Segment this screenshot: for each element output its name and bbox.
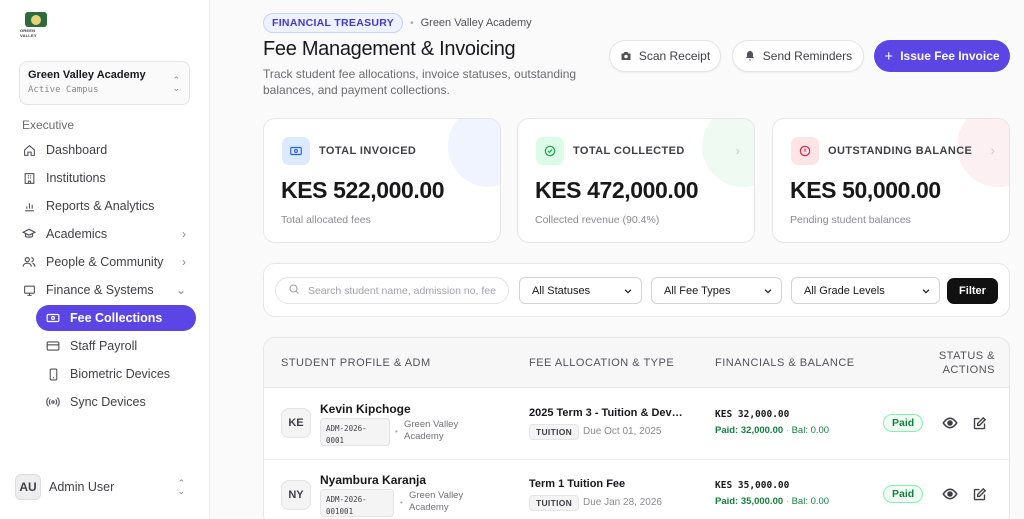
- total-invoiced-value: KES 522,000.00: [281, 177, 445, 203]
- student-avatar: NY: [281, 480, 311, 510]
- outstanding-balance-value: KES 50,000.00: [790, 177, 941, 203]
- paid-balance: Paid: 35,000.00 · Bal: 0.00: [715, 496, 830, 507]
- fee-title: 2025 Term 3 - Tuition & Development: [529, 407, 684, 419]
- send-reminders-button[interactable]: Send Reminders: [732, 40, 864, 72]
- institution-name: Green Valley Academy: [404, 419, 459, 442]
- sidebar-item-staff-payroll[interactable]: Staff Payroll: [36, 333, 196, 359]
- campus-switcher[interactable]: Green Valley Academy Active Campus ⌃ ⌄: [19, 61, 190, 105]
- student-avatar: KE: [281, 408, 311, 438]
- eye-icon[interactable]: [941, 485, 959, 503]
- graduation-cap-icon: [22, 227, 36, 241]
- page-description: Track student fee allocations, invoice s…: [263, 67, 577, 97]
- fee-amount: KES 32,000.00: [715, 409, 790, 420]
- grade-level-select[interactable]: All Grade Levels: [791, 277, 940, 304]
- table-row[interactable]: KE Kevin Kipchoge ADM-2026- 0001 • Green…: [264, 388, 1009, 460]
- sidebar-item-institutions[interactable]: Institutions: [22, 168, 190, 188]
- chevron-up-down-icon: ⌃ ⌄: [177, 478, 185, 496]
- alert-circle-icon: [791, 137, 819, 165]
- student-name[interactable]: Kevin Kipchoge: [320, 402, 411, 416]
- building-icon: [22, 171, 36, 185]
- monitor-icon: [22, 283, 36, 297]
- invoice-icon: [282, 137, 310, 165]
- chevron-down-icon: [921, 286, 931, 299]
- status-select[interactable]: All Statuses: [519, 277, 642, 304]
- chevron-down-icon: [763, 286, 773, 299]
- avatar: AU: [15, 474, 41, 500]
- student-name[interactable]: Nyambura Karanja: [320, 473, 426, 487]
- search-icon: [288, 282, 300, 300]
- bar-chart-icon: [22, 199, 36, 213]
- sidebar-item-finance[interactable]: Finance & Systems ⌄: [22, 280, 190, 300]
- search-input[interactable]: [308, 284, 498, 297]
- credit-card-icon: [46, 339, 60, 353]
- fee-title: Term 1 Tuition Fee: [529, 478, 626, 490]
- status-badge: Paid: [883, 485, 924, 503]
- outstanding-balance-card: OUTSTANDING BALANCE KES 50,000.00 Pendin…: [772, 118, 1010, 243]
- status-badge: Paid: [883, 414, 924, 432]
- total-collected-card: TOTAL COLLECTED KES 472,000.00 Collected…: [517, 118, 755, 243]
- fee-type-badge: TUITION: [529, 495, 580, 511]
- sidebar-item-people[interactable]: People & Community ›: [22, 252, 190, 272]
- campus-status: Active Campus: [28, 85, 99, 95]
- user-menu[interactable]: AU Admin User ⌃ ⌄: [15, 473, 195, 501]
- camera-icon: [620, 50, 632, 62]
- chevron-right-icon[interactable]: ›: [736, 143, 740, 158]
- chevron-up-down-icon: ⌃ ⌄: [172, 75, 180, 93]
- fee-type-select[interactable]: All Fee Types: [651, 277, 782, 304]
- institution-name: Green Valley Academy: [409, 490, 464, 513]
- users-icon: [22, 255, 36, 269]
- check-circle-icon: [536, 137, 564, 165]
- sidebar-item-fee-collections[interactable]: Fee Collections: [36, 305, 196, 331]
- sidebar-item-reports[interactable]: Reports & Analytics: [22, 196, 190, 216]
- chevron-right-icon[interactable]: ›: [991, 143, 995, 158]
- search-box: [275, 277, 509, 304]
- crest-icon: [25, 12, 47, 27]
- sidebar-item-sync-devices[interactable]: Sync Devices: [36, 389, 196, 415]
- eye-icon[interactable]: [941, 414, 959, 432]
- breadcrumb: FINANCIAL TREASURY • Green Valley Academ…: [263, 13, 532, 33]
- home-icon: [22, 143, 36, 157]
- banknote-icon: [46, 311, 60, 325]
- due-date: Due Oct 01, 2025: [583, 426, 662, 437]
- chevron-down-icon: [623, 286, 633, 299]
- smartphone-icon: [46, 367, 60, 381]
- scan-receipt-button[interactable]: Scan Receipt: [609, 40, 721, 72]
- filter-button[interactable]: Filter: [947, 278, 998, 304]
- table-row[interactable]: NY Nyambura Karanja ADM-2026- 001001 • G…: [264, 460, 1009, 519]
- sidebar: GREEN VALLEY Green Valley Academy Active…: [0, 0, 210, 519]
- edit-icon[interactable]: [970, 414, 988, 432]
- user-name: Admin User: [49, 480, 115, 494]
- fee-table: STUDENT PROFILE & ADM FEE ALLOCATION & T…: [263, 337, 1010, 519]
- bell-icon: [744, 50, 756, 62]
- admission-number: ADM-2026- 0001: [320, 418, 390, 446]
- total-collected-value: KES 472,000.00: [535, 177, 699, 203]
- chevron-right-icon: ›: [182, 255, 186, 269]
- school-logo[interactable]: GREEN VALLEY: [20, 12, 52, 38]
- radio-icon: [46, 395, 60, 409]
- fee-amount: KES 35,000.00: [715, 480, 790, 491]
- fee-type-badge: TUITION: [529, 424, 580, 440]
- main-content: FINANCIAL TREASURY • Green Valley Academ…: [211, 0, 1024, 519]
- chevron-down-icon: ⌄: [175, 283, 186, 297]
- filter-bar: All Statuses All Fee Types All Grade Lev…: [263, 263, 1010, 317]
- breadcrumb-campus[interactable]: Green Valley Academy: [421, 17, 532, 29]
- campus-name: Green Valley Academy: [28, 69, 146, 81]
- total-invoiced-card: TOTAL INVOICED KES 522,000.00 Total allo…: [263, 118, 501, 243]
- due-date: Due Jan 28, 2026: [583, 497, 662, 508]
- chevron-right-icon: ›: [182, 227, 186, 241]
- paid-balance: Paid: 32,000.00 · Bal: 0.00: [715, 425, 830, 436]
- table-header: STUDENT PROFILE & ADM FEE ALLOCATION & T…: [264, 338, 1009, 388]
- sidebar-item-academics[interactable]: Academics ›: [22, 224, 190, 244]
- edit-icon[interactable]: [970, 485, 988, 503]
- issue-fee-invoice-button[interactable]: + Issue Fee Invoice: [874, 40, 1010, 72]
- sidebar-section-label: Executive: [22, 118, 75, 132]
- admission-number: ADM-2026- 001001: [320, 489, 394, 517]
- sidebar-item-dashboard[interactable]: Dashboard: [22, 140, 190, 160]
- page-title: Fee Management & Invoicing: [263, 38, 516, 60]
- plus-icon: +: [884, 47, 894, 65]
- section-tag: FINANCIAL TREASURY: [263, 13, 404, 33]
- sidebar-item-biometric-devices[interactable]: Biometric Devices: [36, 361, 196, 387]
